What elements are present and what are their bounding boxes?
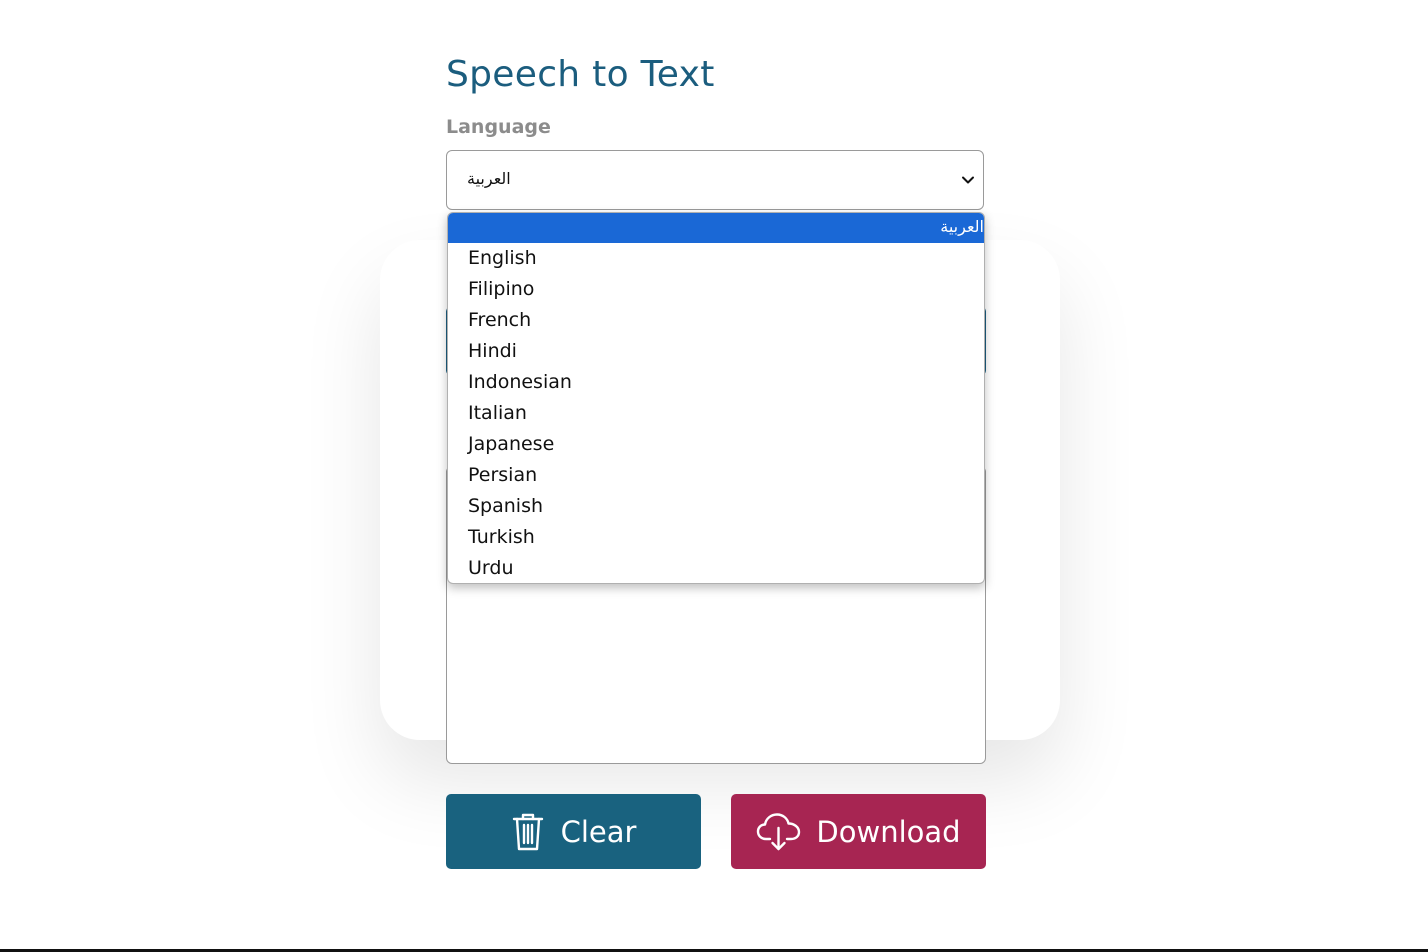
language-select-value: العربية — [467, 169, 511, 188]
language-option[interactable]: Filipino — [448, 274, 984, 305]
trash-icon — [512, 813, 543, 850]
language-option[interactable]: Persian — [448, 460, 984, 491]
language-label: Language — [446, 116, 551, 138]
language-option[interactable]: Spanish — [448, 491, 984, 522]
language-select[interactable]: العربية — [446, 150, 984, 210]
clear-button[interactable]: Clear — [446, 794, 701, 869]
cloud-download-icon — [757, 812, 801, 850]
language-option[interactable]: العربية — [448, 213, 984, 243]
language-option[interactable]: French — [448, 305, 984, 336]
page-title: Speech to Text — [446, 54, 715, 95]
language-option[interactable]: Indonesian — [448, 367, 984, 398]
clear-button-label: Clear — [560, 814, 637, 849]
language-dropdown: العربية English Filipino French Hindi In… — [447, 212, 985, 584]
language-option[interactable]: English — [448, 243, 984, 274]
language-option[interactable]: Urdu — [448, 553, 984, 583]
language-option[interactable]: Turkish — [448, 522, 984, 553]
language-option[interactable]: Hindi — [448, 336, 984, 367]
download-button[interactable]: Download — [731, 794, 986, 869]
download-button-label: Download — [816, 814, 961, 849]
chevron-down-icon — [962, 176, 974, 184]
page: Speech to Text Language العربية العربية … — [0, 0, 1428, 952]
language-option[interactable]: Japanese — [448, 429, 984, 460]
language-option[interactable]: Italian — [448, 398, 984, 429]
